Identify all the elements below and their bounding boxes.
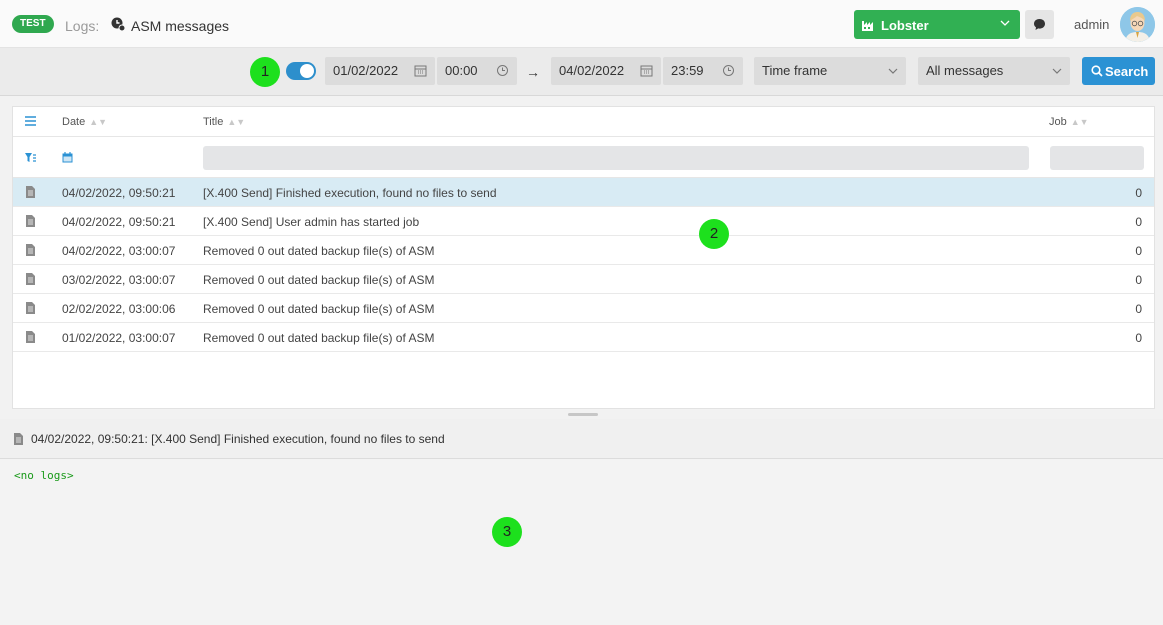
document-icon <box>26 273 35 285</box>
factory-icon <box>862 21 873 31</box>
grid-header: Date ▲▼ Title ▲▼ Job ▲▼ <box>13 107 1154 137</box>
row-job: 0 <box>1135 244 1142 258</box>
detail-log-panel: <no logs> <box>0 459 1163 625</box>
row-date: 01/02/2022, 03:00:07 <box>62 331 176 345</box>
start-time-field[interactable]: 00:00 <box>437 57 517 85</box>
column-header-job[interactable]: Job ▲▼ <box>1049 116 1089 128</box>
row-date: 04/02/2022, 09:50:21 <box>62 215 176 229</box>
calendar-icon <box>640 65 653 77</box>
detail-header: 04/02/2022, 09:50:21: [X.400 Send] Finis… <box>0 419 1163 459</box>
company-select[interactable]: Lobster <box>854 10 1020 39</box>
table-row[interactable]: 04/02/2022, 09:50:21 [X.400 Send] Finishe… <box>13 178 1154 207</box>
row-job: 0 <box>1135 331 1142 345</box>
job-filter-input[interactable] <box>1050 146 1144 170</box>
marker-1: 1 <box>250 57 280 87</box>
row-date: 03/02/2022, 03:00:07 <box>62 273 176 287</box>
table-row[interactable]: 04/02/2022, 09:50:21 [X.400 Send] User ad… <box>13 207 1154 236</box>
clock-icon <box>497 65 508 76</box>
document-icon <box>14 433 23 445</box>
filter-toolbar: 01/02/2022 00:00 → 04/02/2022 23:59 Time… <box>0 48 1163 96</box>
row-date: 04/02/2022, 09:50:21 <box>62 186 176 200</box>
search-button[interactable]: Search <box>1082 57 1155 85</box>
start-date-field[interactable]: 01/02/2022 <box>325 57 435 85</box>
table-row[interactable]: 02/02/2022, 03:00:06 Removed 0 out dated … <box>13 294 1154 323</box>
env-badge: TEST <box>12 15 54 33</box>
row-job: 0 <box>1135 215 1142 229</box>
document-icon <box>26 215 35 227</box>
table-row[interactable]: 03/02/2022, 03:00:07 Removed 0 out dated … <box>13 265 1154 294</box>
search-icon <box>1091 65 1103 77</box>
messages-grid: Date ▲▼ Title ▲▼ Job ▲▼ 04/02/2022, 09:50:2… <box>12 106 1155 409</box>
row-job: 0 <box>1135 186 1142 200</box>
sort-icon: ▲▼ <box>89 117 108 127</box>
user-name[interactable]: admin <box>1074 17 1109 32</box>
log-output: <no logs> <box>14 469 74 482</box>
chevron-down-icon <box>1052 68 1062 74</box>
clock-icon <box>723 65 734 76</box>
sort-icon: ▲▼ <box>1070 117 1089 127</box>
filter-row <box>13 137 1154 178</box>
document-icon <box>26 244 35 256</box>
marker-2: 2 <box>699 219 729 249</box>
menu-icon[interactable] <box>25 116 36 126</box>
row-job: 0 <box>1135 302 1142 316</box>
auto-refresh-toggle[interactable] <box>286 62 316 80</box>
row-job: 0 <box>1135 273 1142 287</box>
row-title: [X.400 Send] Finished execution, found n… <box>203 186 497 200</box>
marker-3: 3 <box>492 517 522 547</box>
calendar-icon[interactable] <box>62 152 73 163</box>
detail-title: 04/02/2022, 09:50:21: [X.400 Send] Finis… <box>31 432 445 446</box>
company-select-label: Lobster <box>881 18 929 33</box>
table-row[interactable]: 04/02/2022, 03:00:07 Removed 0 out dated … <box>13 236 1154 265</box>
calendar-icon <box>414 65 427 77</box>
breadcrumb-label: Logs: <box>65 18 100 34</box>
column-header-date[interactable]: Date ▲▼ <box>62 116 107 128</box>
document-icon <box>26 331 35 343</box>
date-range-arrow: → <box>526 64 540 80</box>
page-title: ASM messages <box>131 18 230 34</box>
table-row[interactable]: 01/02/2022, 03:00:07 Removed 0 out dated … <box>13 323 1154 352</box>
document-icon <box>26 302 35 314</box>
row-title: Removed 0 out dated backup file(s) of AS… <box>203 331 435 345</box>
row-date: 02/02/2022, 03:00:06 <box>62 302 176 316</box>
clock-user-icon <box>111 17 125 31</box>
document-icon <box>26 186 35 198</box>
time-frame-select[interactable]: Time frame <box>754 57 906 85</box>
chevron-down-icon <box>1000 20 1010 26</box>
end-date-field[interactable]: 04/02/2022 <box>551 57 661 85</box>
top-header: TEST Logs: ASM messages Lobster admin <box>0 0 1163 48</box>
row-title: Removed 0 out dated backup file(s) of AS… <box>203 244 435 258</box>
filter-icon[interactable] <box>25 153 36 163</box>
chat-button[interactable] <box>1025 10 1054 39</box>
chevron-down-icon <box>888 68 898 74</box>
panel-splitter[interactable] <box>568 413 598 416</box>
row-title: Removed 0 out dated backup file(s) of AS… <box>203 273 435 287</box>
chat-icon <box>1034 19 1045 30</box>
title-filter-input[interactable] <box>203 146 1029 170</box>
row-date: 04/02/2022, 03:00:07 <box>62 244 176 258</box>
avatar[interactable] <box>1120 7 1155 42</box>
sort-icon: ▲▼ <box>227 117 246 127</box>
end-time-field[interactable]: 23:59 <box>663 57 743 85</box>
user-avatar-icon <box>1120 7 1155 42</box>
message-filter-select[interactable]: All messages <box>918 57 1070 85</box>
row-title: [X.400 Send] User admin has started job <box>203 215 420 229</box>
row-title: Removed 0 out dated backup file(s) of AS… <box>203 302 435 316</box>
column-header-title[interactable]: Title ▲▼ <box>203 116 245 128</box>
